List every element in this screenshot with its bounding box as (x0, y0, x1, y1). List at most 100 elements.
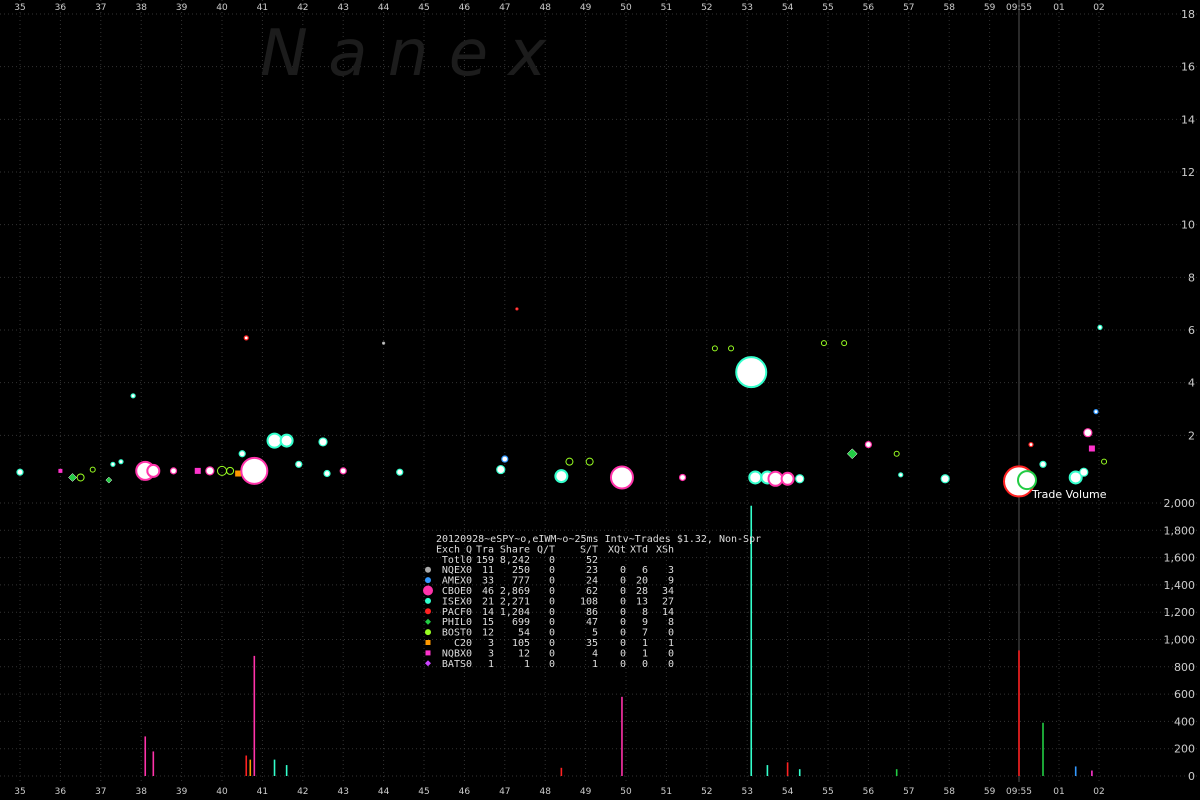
stats-cell: 54 (518, 628, 530, 639)
time-tick-label: 57 (903, 3, 914, 13)
y-tick-label: 600 (1174, 688, 1195, 701)
time-tick-label: 39 (176, 3, 188, 13)
stats-cell: 6 (642, 565, 648, 576)
trade-point (339, 467, 347, 475)
stats-cell: 0 (549, 607, 555, 618)
legend-marker (425, 629, 431, 636)
trade-point (1101, 458, 1108, 465)
stats-cell: 0 (549, 617, 555, 628)
stats-cell: 0 (466, 586, 472, 597)
stats-cell: 5 (592, 628, 598, 639)
time-tick-label: 49 (580, 787, 592, 797)
nanex-trade-chart: N a n e x 24681012141618 02004006008001,… (0, 0, 1200, 797)
trade-point (16, 468, 24, 476)
time-tick-label: 46 (459, 3, 471, 13)
time-tick-label: 41 (257, 787, 268, 797)
upper-y-axis: 2 4 6 8 10 12 14 16 18 (1181, 8, 1195, 442)
trade-bubble (780, 471, 795, 486)
trade-point (396, 468, 404, 476)
trade-bubble (1017, 470, 1037, 491)
trade-bubble (266, 432, 283, 449)
volume-bar (273, 759, 276, 776)
y-tick-label: 0 (1188, 770, 1195, 783)
trade-point (501, 455, 509, 463)
time-tick-label: 59 (984, 787, 996, 797)
trade-point (105, 476, 113, 484)
time-tick-label: 50 (620, 3, 632, 13)
trade-point (295, 460, 303, 468)
volume-bar (1018, 650, 1020, 776)
stats-cell: 13 (636, 596, 648, 607)
time-tick-label: 01 (1053, 3, 1064, 13)
stats-cell: PACF (442, 607, 466, 618)
time-tick-label: 54 (782, 3, 794, 13)
stats-cell: 0 (549, 576, 555, 587)
legend-marker (425, 640, 431, 645)
stats-cell: 0 (549, 628, 555, 639)
stats-cell: 1 (642, 648, 648, 659)
stats-cell: 1,204 (500, 607, 530, 618)
time-tick-label: 37 (95, 787, 106, 797)
stats-cell: 52 (586, 555, 598, 566)
trade-point (1088, 445, 1095, 452)
y-tick-label: 1,600 (1164, 552, 1196, 565)
stats-header-cell: Exch (436, 544, 460, 555)
stats-cell: 0 (549, 659, 555, 670)
stats-cell: 0 (668, 648, 674, 659)
stats-cell: Totl (442, 555, 466, 566)
stats-cell: 0 (466, 565, 472, 576)
trade-point (795, 474, 805, 484)
time-tick-label: 54 (782, 787, 794, 797)
stats-cell: 23 (586, 565, 598, 576)
trade-volume-label: Trade Volume (1031, 488, 1107, 501)
time-tick-label: 58 (943, 3, 955, 13)
stats-cell: 3 (668, 565, 674, 576)
time-tick-label: 40 (216, 3, 228, 13)
stats-cell: 2,271 (500, 596, 530, 607)
volume-bar (895, 769, 898, 776)
stats-cell: 9 (668, 576, 674, 587)
trade-point (76, 473, 85, 482)
stats-cell: NQEX (442, 565, 466, 576)
legend-marker (425, 577, 431, 584)
time-tick-label: 55 (822, 787, 833, 797)
y-tick-label: 2,000 (1164, 497, 1196, 510)
stats-cell: 62 (586, 586, 598, 597)
stats-cell: 21 (482, 596, 494, 607)
time-tick-label: 52 (701, 787, 712, 797)
trade-point (323, 469, 331, 478)
stats-cell: 0 (549, 586, 555, 597)
stats-cell: C2 (454, 638, 466, 649)
trade-point (118, 459, 124, 465)
time-tick-label: 42 (297, 787, 308, 797)
trade-point (711, 345, 718, 352)
stats-cell: 777 (512, 576, 530, 587)
stats-header-cell: XQt (608, 544, 626, 555)
trade-bubble (748, 470, 763, 485)
stats-cell: 1 (668, 638, 674, 649)
stats-cell: 0 (620, 638, 626, 649)
time-tick-label: 43 (337, 3, 348, 13)
stats-cell: 14 (662, 607, 674, 618)
grid-lines (0, 0, 1200, 782)
trade-point (820, 340, 827, 347)
stats-cell: 86 (586, 607, 598, 618)
stats-cell: 33 (482, 576, 494, 587)
trade-point (678, 473, 687, 482)
y-tick-label: 200 (1174, 743, 1195, 756)
stats-header-cell: Share (500, 544, 530, 555)
stats-cell: 250 (512, 565, 530, 576)
trade-bubble (735, 356, 768, 389)
time-tick-label: 51 (661, 787, 672, 797)
stats-cell: 0 (466, 555, 472, 566)
time-tick-label: 50 (620, 787, 632, 797)
trade-point (898, 472, 904, 478)
y-tick-label: 1,000 (1164, 634, 1196, 647)
trade-point (515, 307, 519, 311)
legend-marker (425, 650, 431, 656)
stats-cell: 2,869 (500, 586, 530, 597)
time-tick-label: 48 (539, 787, 551, 797)
volume-bar (249, 759, 252, 776)
stats-cell: 159 (476, 555, 494, 566)
time-tick-label: 59 (984, 3, 996, 13)
